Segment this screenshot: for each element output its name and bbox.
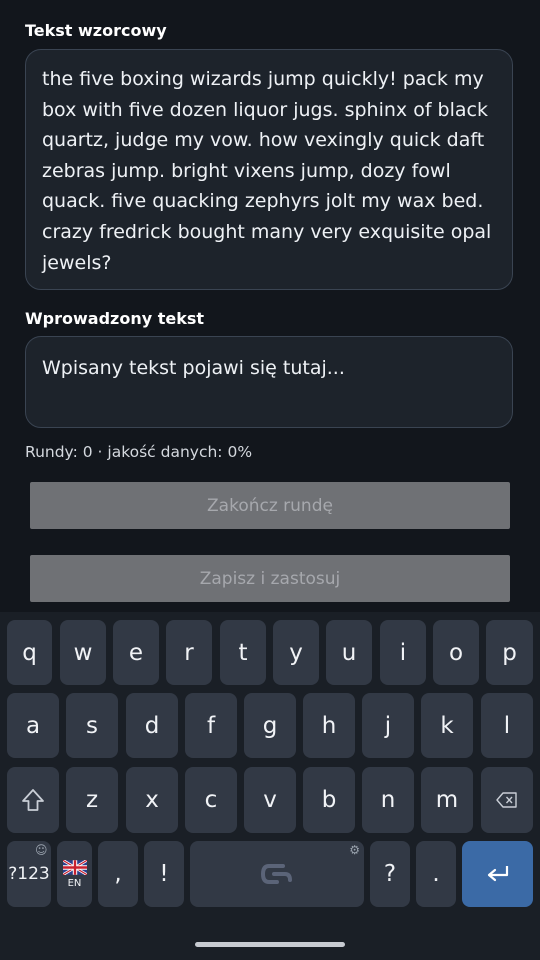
key-f[interactable]: f: [185, 693, 237, 758]
input-label: Wprowadzony tekst: [25, 309, 205, 328]
home-indicator[interactable]: [195, 942, 345, 947]
key-j[interactable]: j: [362, 693, 414, 758]
exclaim-key[interactable]: !: [144, 841, 184, 907]
language-key[interactable]: EN: [57, 841, 92, 907]
reference-text-card: the five boxing wizards jump quickly! pa…: [25, 49, 513, 290]
key-i[interactable]: i: [380, 620, 426, 685]
uk-flag-icon: [62, 859, 87, 875]
reference-label: Tekst wzorcowy: [25, 21, 167, 40]
language-label: EN: [67, 877, 82, 889]
shift-key[interactable]: [7, 767, 59, 833]
key-m[interactable]: m: [421, 767, 473, 833]
key-w[interactable]: w: [60, 620, 106, 685]
symbols-label: ?123: [8, 864, 50, 884]
key-o[interactable]: o: [433, 620, 479, 685]
key-d[interactable]: d: [126, 693, 178, 758]
typed-text-field[interactable]: Wpisany tekst pojawi się tutaj...: [25, 336, 513, 428]
period-key[interactable]: .: [416, 841, 456, 907]
reference-line: quartz, judge my vow. how vexingly quick…: [42, 129, 485, 152]
comma-key[interactable]: ,: [98, 841, 138, 907]
settings-icon: ⚙: [349, 843, 360, 857]
on-screen-keyboard: q w e r t y u i o p a s d f g h j k l z …: [0, 612, 540, 960]
shift-icon: [22, 789, 44, 811]
key-c[interactable]: c: [185, 767, 237, 833]
spacebar[interactable]: ⚙: [190, 841, 364, 907]
key-y[interactable]: y: [273, 620, 319, 685]
key-h[interactable]: h: [303, 693, 355, 758]
key-g[interactable]: g: [244, 693, 296, 758]
end-round-button[interactable]: Zakończ rundę: [30, 482, 510, 529]
key-a[interactable]: a: [7, 693, 59, 758]
key-r[interactable]: r: [166, 620, 212, 685]
key-s[interactable]: s: [66, 693, 118, 758]
backspace-icon: [496, 792, 517, 808]
backspace-key[interactable]: [481, 767, 533, 833]
save-apply-button[interactable]: Zapisz i zastosuj: [30, 555, 510, 602]
key-z[interactable]: z: [66, 767, 118, 833]
reference-line: quack. five quacking zephyrs jolt my wax…: [42, 190, 484, 213]
enter-key[interactable]: [462, 841, 533, 907]
key-t[interactable]: t: [220, 620, 266, 685]
key-l[interactable]: l: [481, 693, 533, 758]
key-v[interactable]: v: [244, 767, 296, 833]
key-e[interactable]: e: [113, 620, 159, 685]
key-q[interactable]: q: [7, 620, 52, 685]
key-n[interactable]: n: [362, 767, 414, 833]
key-k[interactable]: k: [421, 693, 473, 758]
typed-text-placeholder: Wpisany tekst pojawi się tutaj...: [42, 357, 345, 379]
emoji-icon: ☺: [35, 843, 48, 857]
reference-line: the five boxing wizards jump quickly! pa…: [42, 68, 484, 90]
key-b[interactable]: b: [303, 767, 355, 833]
reference-line: crazy fredrick bought many very exquisit…: [42, 220, 492, 243]
stats-text: Rundy: 0 · jakość danych: 0%: [25, 443, 253, 461]
keyboard-logo-icon: [260, 864, 292, 884]
reference-line: jewels?: [42, 251, 112, 274]
key-p[interactable]: p: [486, 620, 533, 685]
symbols-key[interactable]: ☺ ?123: [7, 841, 51, 907]
reference-line: box with five dozen liquor jugs. sphinx …: [42, 98, 488, 121]
key-u[interactable]: u: [326, 620, 372, 685]
question-key[interactable]: ?: [370, 841, 410, 907]
enter-icon: [487, 866, 508, 882]
key-x[interactable]: x: [126, 767, 178, 833]
reference-line: zebras jump. bright vixens jump, dozy fo…: [42, 159, 451, 182]
